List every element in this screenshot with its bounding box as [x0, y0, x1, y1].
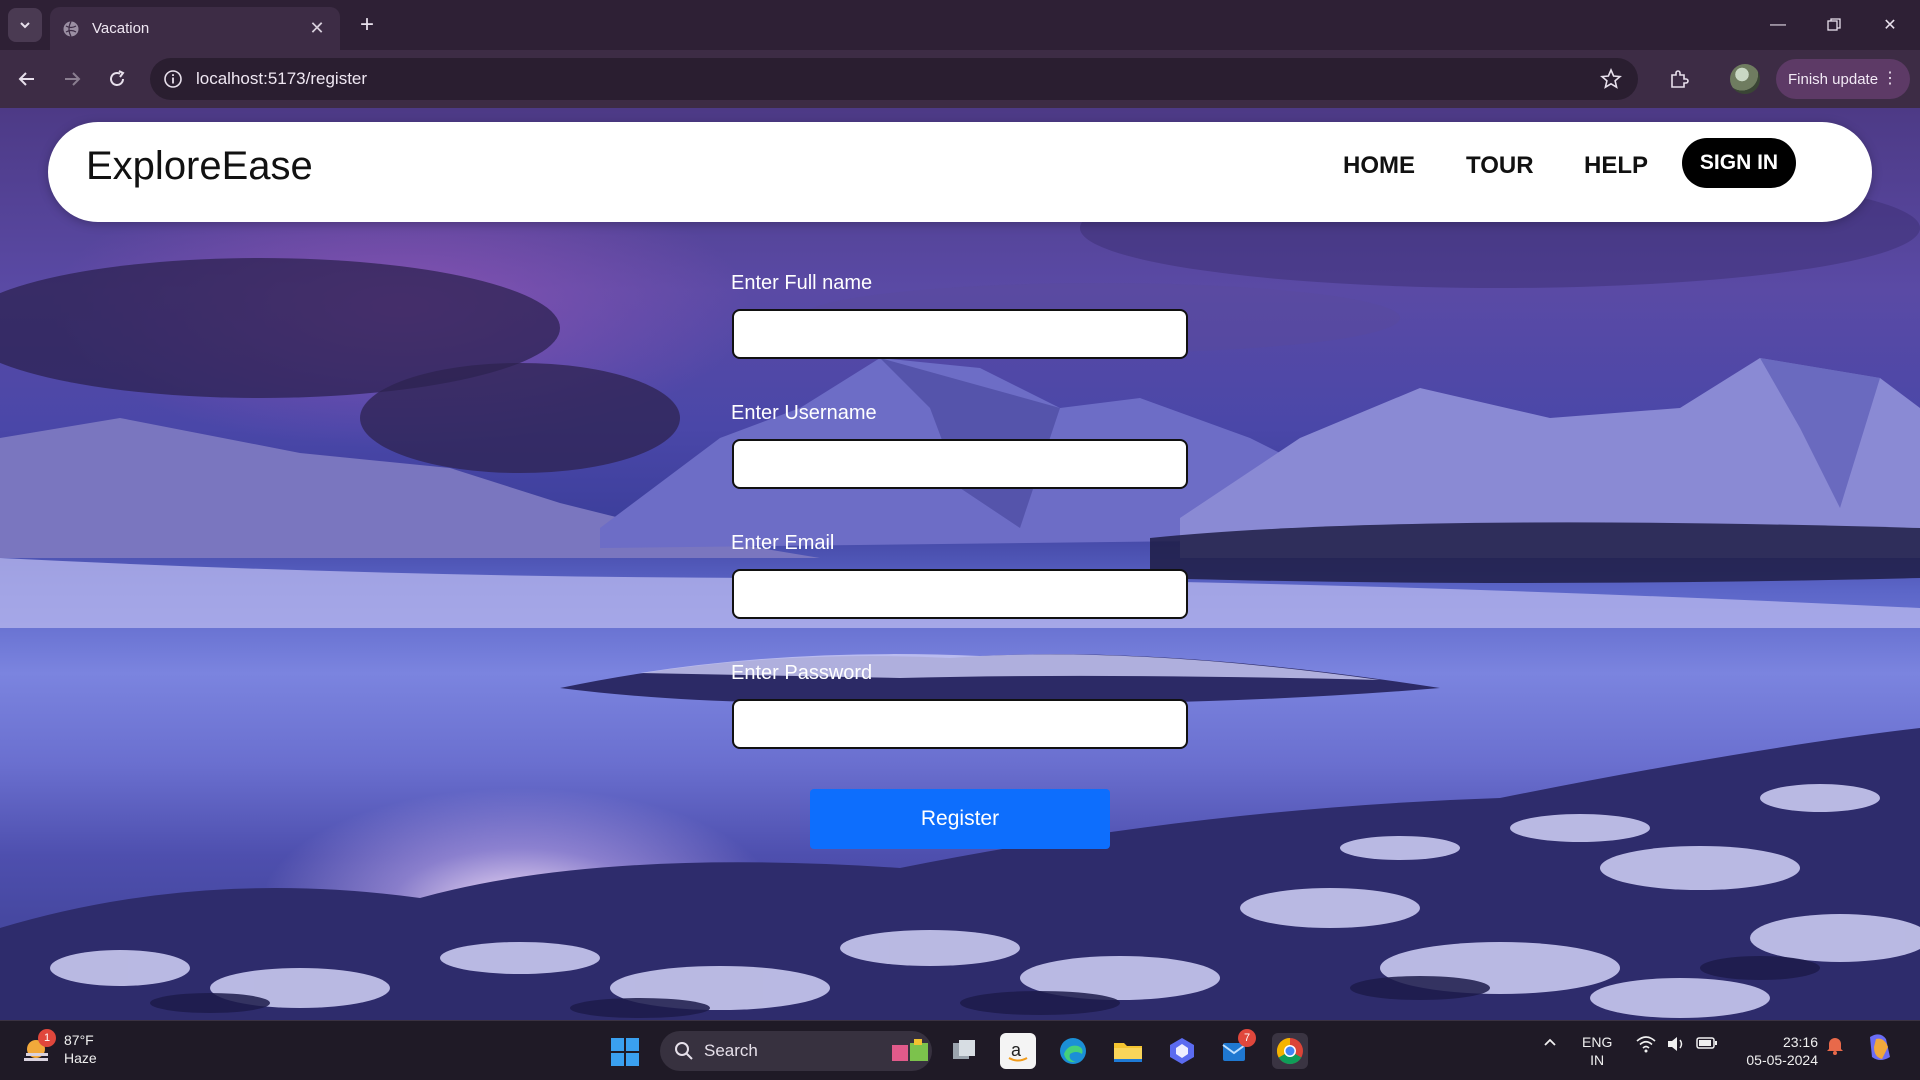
sun-haze-icon: 1 [22, 1029, 56, 1065]
chrome-browser-icon[interactable] [1272, 1033, 1308, 1069]
username-label: Enter Username [731, 402, 877, 424]
finish-update-button[interactable]: Finish update ⋮ [1776, 59, 1910, 99]
language-code: ENG [1582, 1034, 1613, 1050]
extensions-puzzle-icon[interactable] [1662, 62, 1696, 96]
tab-close-icon[interactable]: ✕ [306, 18, 328, 39]
task-view-icon[interactable] [946, 1033, 982, 1069]
bookmark-star-icon[interactable] [1594, 62, 1628, 96]
password-label: Enter Password [731, 662, 873, 684]
close-window-icon[interactable]: ✕ [1870, 10, 1910, 40]
tab-search-chevron-icon[interactable] [8, 8, 42, 42]
browser-tabstrip: Vacation ✕ + — ✕ [0, 0, 1920, 50]
windows-taskbar: 1 87°F Haze Search a 7 ENG IN 23:16 05-0… [0, 1020, 1920, 1080]
full-name-label: Enter Full name [731, 272, 873, 294]
clock-time: 23:16 [1782, 1034, 1818, 1050]
nav-link-tour[interactable]: TOUR [1466, 152, 1534, 180]
address-bar[interactable]: localhost:5173/register [150, 58, 1638, 100]
system-clock[interactable]: 23:16 05-05-2024 [1734, 1033, 1818, 1069]
mail-app-icon[interactable]: 7 [1218, 1029, 1256, 1069]
wifi-icon[interactable] [1636, 1035, 1656, 1056]
browser-tab[interactable]: Vacation ✕ [50, 7, 340, 50]
region-code: IN [1590, 1052, 1605, 1068]
nav-link-help[interactable]: HELP [1584, 152, 1648, 180]
show-hidden-icons-chevron-icon[interactable] [1542, 1035, 1558, 1054]
amazon-app-icon[interactable]: a [1000, 1033, 1036, 1069]
reload-icon[interactable] [100, 62, 134, 96]
clock-date: 05-05-2024 [1746, 1052, 1818, 1068]
svg-text:a: a [1011, 1040, 1022, 1060]
url-text: localhost:5173/register [196, 69, 368, 88]
globe-icon [63, 20, 79, 37]
copilot-app-icon[interactable] [1164, 1033, 1200, 1069]
weather-temperature: 87°F [64, 1032, 94, 1048]
mail-unread-badge: 7 [1238, 1029, 1256, 1047]
site-info-icon[interactable] [156, 62, 190, 96]
username-input[interactable] [732, 439, 1188, 489]
input-language-indicator[interactable]: ENG IN [1582, 1033, 1612, 1069]
email-input[interactable] [732, 569, 1188, 619]
profile-avatar[interactable] [1730, 64, 1760, 94]
weather-description: Haze [64, 1050, 97, 1066]
weather-alert-badge: 1 [38, 1029, 56, 1047]
file-explorer-icon[interactable] [1110, 1033, 1146, 1069]
more-vertical-icon[interactable]: ⋮ [1882, 69, 1898, 89]
volume-icon[interactable] [1666, 1035, 1686, 1056]
restore-icon[interactable] [1814, 10, 1854, 40]
tab-title: Vacation [92, 20, 150, 37]
battery-icon[interactable] [1696, 1035, 1718, 1054]
full-name-input[interactable] [732, 309, 1188, 359]
windows-start-icon[interactable] [610, 1037, 640, 1067]
taskbar-search-box[interactable]: Search [660, 1031, 932, 1071]
page-viewport: ExploreEase HOME TOUR HELP SIGN IN Enter… [0, 108, 1920, 1020]
back-arrow-icon[interactable] [10, 62, 44, 96]
copilot-tray-icon[interactable] [1864, 1033, 1896, 1066]
winter-lake-background-image [0, 168, 1920, 1020]
weather-widget[interactable]: 1 87°F Haze [22, 1029, 97, 1067]
new-tab-icon[interactable]: + [352, 10, 382, 40]
sign-in-button[interactable]: SIGN IN [1682, 138, 1796, 188]
email-label: Enter Email [731, 532, 835, 554]
browser-toolbar: localhost:5173/register Finish update ⋮ [0, 50, 1920, 108]
minimize-icon[interactable]: — [1758, 10, 1798, 40]
forward-arrow-icon[interactable] [55, 62, 89, 96]
search-icon [675, 1042, 693, 1060]
site-logo-text[interactable]: ExploreEase [86, 144, 313, 189]
register-button[interactable]: Register [810, 789, 1110, 849]
taskbar-search-label: Search [704, 1041, 758, 1060]
password-input[interactable] [732, 699, 1188, 749]
site-header: ExploreEase HOME TOUR HELP SIGN IN [48, 122, 1872, 222]
edge-browser-icon[interactable] [1055, 1033, 1091, 1069]
finish-update-label: Finish update [1788, 70, 1879, 88]
notification-bell-icon[interactable] [1826, 1035, 1844, 1058]
nav-link-home[interactable]: HOME [1343, 152, 1415, 180]
search-highlight-gift-icon [892, 1039, 928, 1061]
